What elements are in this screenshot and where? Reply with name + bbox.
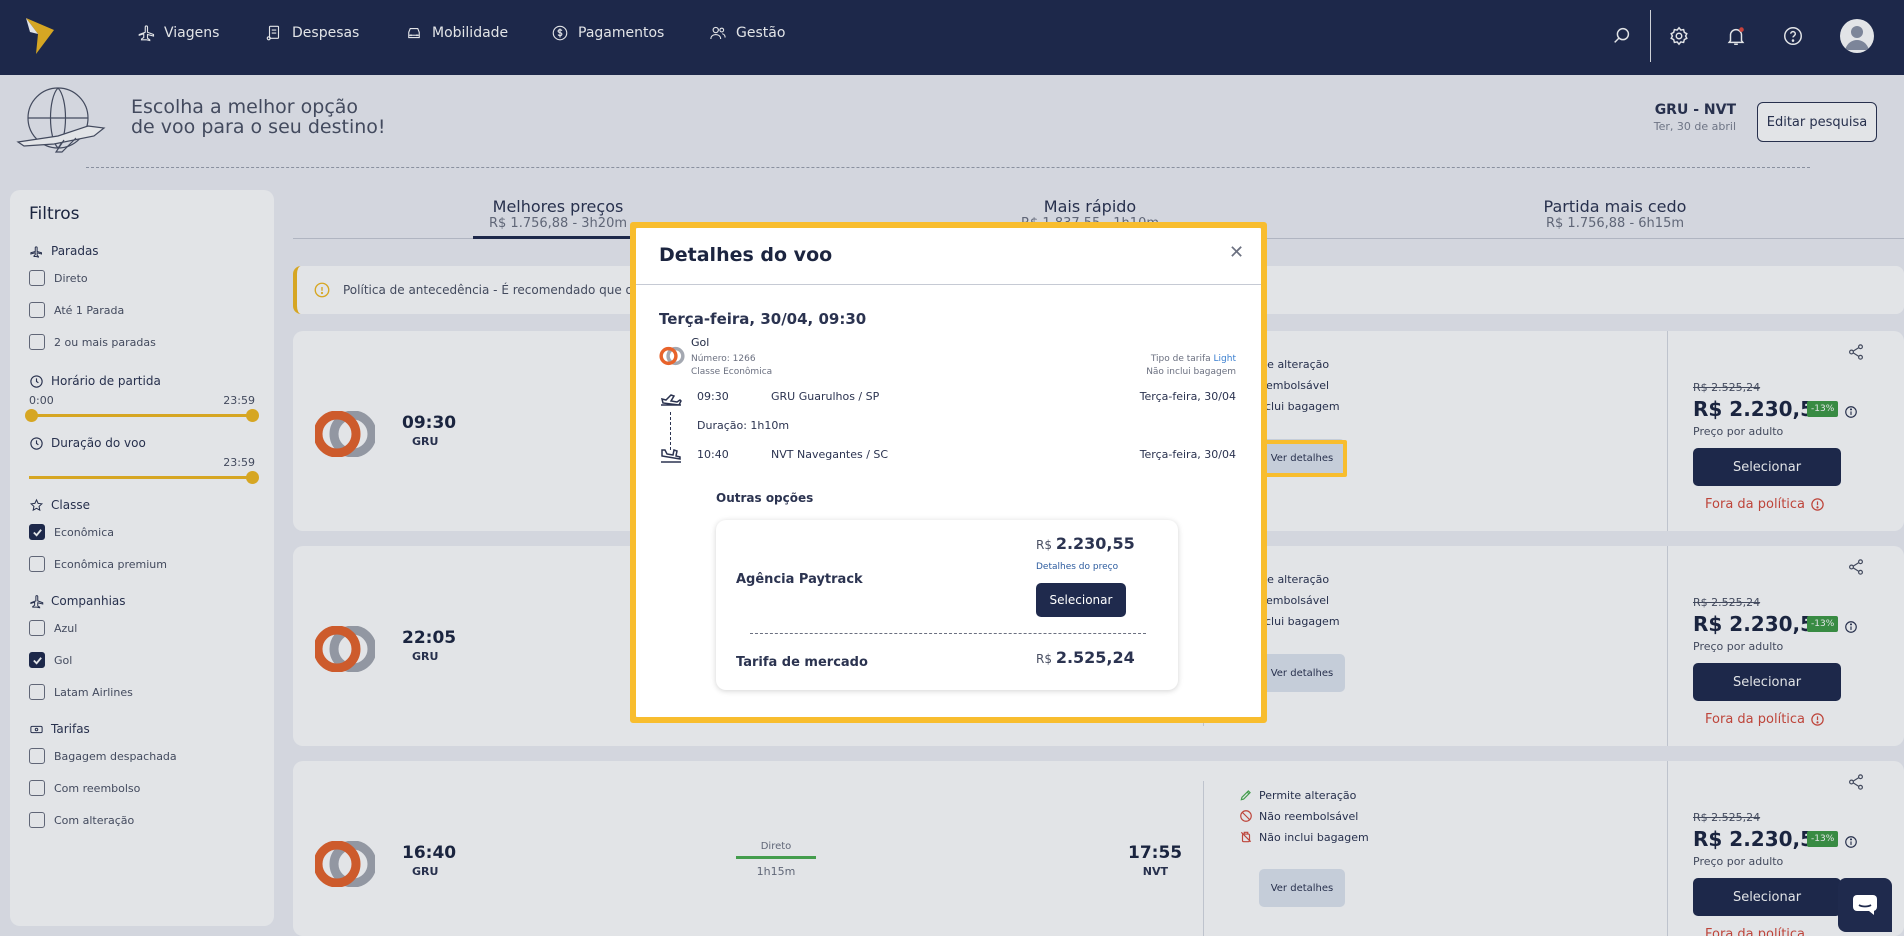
departure-time: 09:30: [697, 390, 729, 403]
gol-logo: [659, 346, 685, 366]
close-icon[interactable]: ✕: [1229, 242, 1244, 263]
agency-price: R$ 2.230,55: [1036, 534, 1135, 553]
price-details-link[interactable]: Detalhes do preço: [1036, 562, 1118, 572]
cabin-class: Classe Econômica: [691, 367, 773, 377]
airline-name: Gol: [691, 336, 710, 349]
arrival-date: Terça-feira, 30/04: [1139, 448, 1236, 461]
agency-name: Agência Paytrack: [736, 572, 863, 587]
details-button-highlight: [1258, 440, 1347, 477]
other-options-title: Outras opções: [716, 491, 814, 505]
arrival-airport: NVT Navegantes / SC: [771, 448, 889, 461]
route-dotted-line: [670, 412, 671, 450]
chat-icon: [1853, 895, 1877, 915]
takeoff-icon: [660, 394, 682, 406]
option-divider: [750, 633, 1146, 634]
chat-button[interactable]: [1838, 878, 1892, 932]
fare-type: Tipo de tarifa Light: [1150, 354, 1236, 364]
baggage-info: Não inclui bagagem: [1146, 367, 1236, 377]
flight-duration: Duração: 1h10m: [697, 419, 790, 432]
flight-date: Terça-feira, 30/04, 09:30: [659, 310, 867, 328]
flight-number: Número: 1266: [691, 354, 756, 364]
flight-details-modal: Detalhes do voo ✕ Terça-feira, 30/04, 09…: [636, 228, 1261, 717]
departure-airport: GRU Guarulhos / SP: [771, 390, 880, 403]
arrival-time: 10:40: [697, 448, 729, 461]
landing-icon: [661, 449, 681, 463]
modal-title: Detalhes do voo: [659, 244, 833, 266]
market-fare-label: Tarifa de mercado: [736, 655, 868, 670]
agency-option-card: Agência Paytrack R$ 2.230,55 Detalhes do…: [716, 520, 1178, 690]
modal-header-divider: [636, 284, 1261, 285]
market-fare-price: R$ 2.525,24: [1036, 648, 1135, 667]
departure-date: Terça-feira, 30/04: [1139, 390, 1236, 403]
agency-select-button[interactable]: Selecionar: [1036, 583, 1126, 617]
